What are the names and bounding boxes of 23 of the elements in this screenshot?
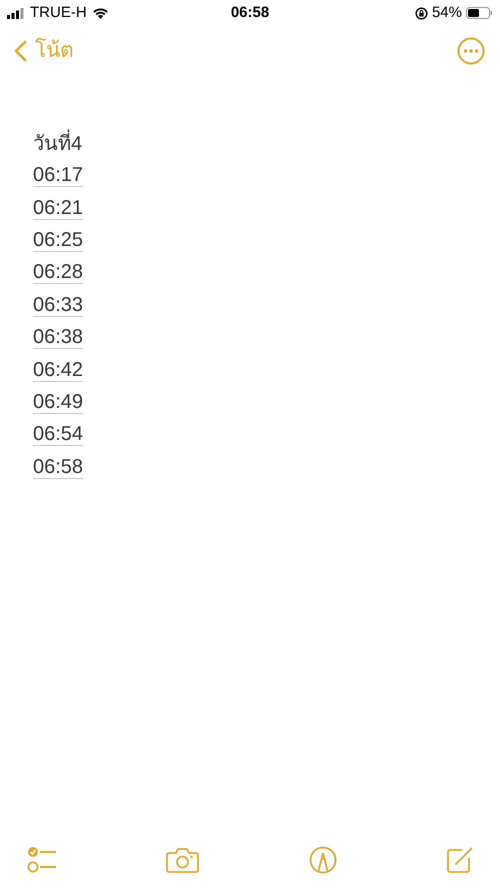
time-link[interactable]: 06:21 (33, 196, 84, 220)
time-link[interactable]: 06:42 (33, 358, 84, 382)
rotation-lock-icon (414, 6, 428, 20)
checklist-icon[interactable] (27, 846, 57, 874)
time-link[interactable]: 06:49 (33, 390, 84, 414)
time-link[interactable]: 06:54 (33, 423, 84, 446)
battery-percent: 54% (432, 2, 462, 23)
pen-tip-icon[interactable] (308, 846, 337, 874)
status-time: 06:58 (230, 4, 270, 21)
signal-icon (7, 8, 25, 18)
camera-icon[interactable] (166, 848, 200, 872)
compose-icon[interactable] (446, 846, 473, 874)
carrier-name: TRUE-H (30, 2, 87, 23)
time-link[interactable]: 06:58 (33, 456, 84, 479)
battery-icon (466, 7, 493, 19)
more-icon[interactable] (457, 36, 485, 64)
time-link[interactable]: 06:28 (33, 261, 84, 284)
time-link[interactable]: 06:33 (33, 294, 84, 317)
chevron-left-icon (14, 40, 27, 62)
time-link[interactable]: 06:38 (33, 326, 84, 350)
time-link[interactable]: 06:17 (33, 164, 84, 188)
wifi-icon (92, 7, 109, 19)
time-link[interactable]: 06:25 (33, 228, 84, 252)
